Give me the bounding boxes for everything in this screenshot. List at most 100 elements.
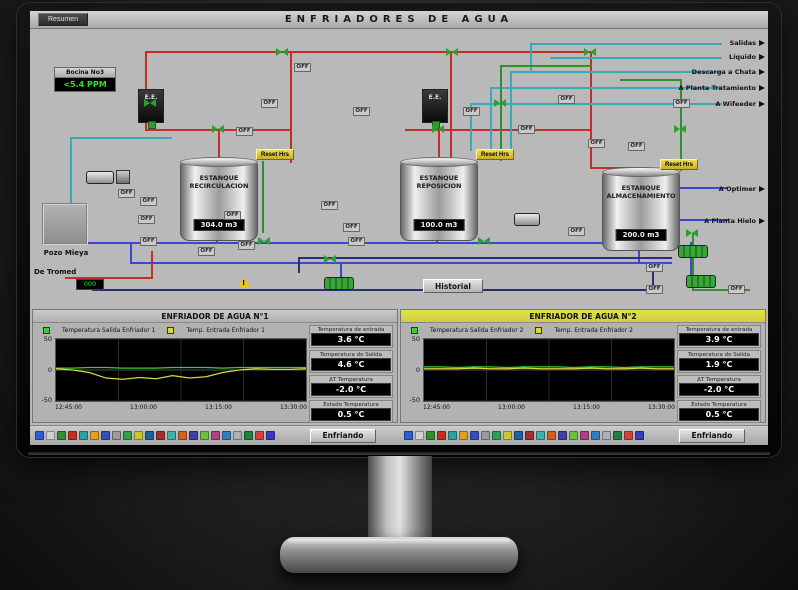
taskbar-app-icon[interactable]: [404, 431, 413, 440]
taskbar-app-icon[interactable]: [46, 431, 55, 440]
valve-icon[interactable]: [324, 255, 336, 263]
taskbar-app-icon[interactable]: [481, 431, 490, 440]
taskbar-app-icon[interactable]: [145, 431, 154, 440]
readout-value: 3.9 °C: [679, 333, 759, 346]
arrow-right-icon: [759, 218, 765, 224]
taskbar-app-icon[interactable]: [57, 431, 66, 440]
destination-label: Salidas: [730, 39, 756, 47]
valve-state-label: OFF: [343, 223, 360, 232]
valve-state-label: OFF: [138, 215, 155, 224]
taskbar-app-icon[interactable]: [536, 431, 545, 440]
taskbar-app-icon[interactable]: [189, 431, 198, 440]
destination-salidas: Salidas: [730, 39, 765, 47]
taskbar-app-icon[interactable]: [613, 431, 622, 440]
readout-value: 3.6 °C: [311, 333, 391, 346]
valve-icon[interactable]: [144, 99, 156, 107]
taskbar-app-icon[interactable]: [222, 431, 231, 440]
taskbar-app-icon[interactable]: [459, 431, 468, 440]
valve-icon[interactable]: [686, 229, 698, 237]
readout-value: 4.6 °C: [311, 358, 391, 371]
bocina-value: <5.4 PPM: [55, 78, 115, 91]
destination-label: A Planta Hielo: [704, 217, 756, 225]
taskbar-app-icon[interactable]: [503, 431, 512, 440]
pipe-segment: [550, 57, 722, 59]
taskbar-app-icon[interactable]: [547, 431, 556, 440]
readout-value: 0.5 °C: [311, 408, 391, 421]
reset-hours-button-2[interactable]: Reset Hrs: [476, 149, 514, 160]
reset-hours-button-1[interactable]: Reset Hrs: [256, 149, 294, 160]
taskbar-app-icon[interactable]: [448, 431, 457, 440]
x-tick-label: 12:45:00: [55, 404, 82, 411]
legend-swatch-entrada: [535, 327, 542, 334]
readout-temp-entrada: Temperatura de entrada 3.9 °C: [677, 325, 761, 348]
taskbar-app-icon[interactable]: [244, 431, 253, 440]
x-tick-label: 13:30:00: [280, 404, 307, 411]
taskbar-app-icon[interactable]: [156, 431, 165, 440]
destination-label: Descarga a Chata: [692, 68, 756, 76]
taskbar-app-icon[interactable]: [167, 431, 176, 440]
valve-icon[interactable]: [478, 237, 490, 245]
estado-enfriando-button-1[interactable]: Enfriando: [310, 429, 376, 443]
valve-state-label: OFF: [118, 189, 135, 198]
taskbar-app-icon[interactable]: [492, 431, 501, 440]
legend-label: Temp. Entrada Enfriador 1: [186, 327, 264, 334]
taskbar-app-icon[interactable]: [200, 431, 209, 440]
valve-icon[interactable]: [584, 48, 596, 56]
taskbar-app-icon[interactable]: [112, 431, 121, 440]
pump-enfriador-2: [678, 245, 708, 258]
valve-icon[interactable]: [258, 237, 270, 245]
valve-icon[interactable]: [446, 48, 458, 56]
taskbar-app-icon[interactable]: [437, 431, 446, 440]
valve-icon[interactable]: [432, 125, 444, 133]
valve-icon[interactable]: [276, 48, 288, 56]
taskbar-app-icon[interactable]: [514, 431, 523, 440]
taskbar-app-icon[interactable]: [470, 431, 479, 440]
trend-panel-1: ENFRIADOR DE AGUA N°1 Temperatura Salida…: [32, 309, 398, 423]
taskbar-app-icon[interactable]: [602, 431, 611, 440]
tank-name-line2: REPOSICION: [401, 182, 477, 190]
pump-enfriador-3: [686, 275, 716, 288]
reset-hours-button-3[interactable]: Reset Hrs: [660, 159, 698, 170]
taskbar-app-icon[interactable]: [569, 431, 578, 440]
taskbar-app-icon[interactable]: [580, 431, 589, 440]
taskbar-app-icon[interactable]: [68, 431, 77, 440]
pipe-segment: [530, 43, 722, 45]
tank-name: ESTANQUE ALMACENAMIENTO: [603, 172, 679, 200]
taskbar-app-icon[interactable]: [426, 431, 435, 440]
readout-label: Temperatura de entrada: [311, 327, 391, 333]
taskbar-app-icon[interactable]: [101, 431, 110, 440]
taskbar-icon-strip: [404, 431, 677, 440]
valve-icon[interactable]: [212, 125, 224, 133]
valve-icon[interactable]: [674, 125, 686, 133]
taskbar-app-icon[interactable]: [558, 431, 567, 440]
taskbar-app-icon[interactable]: [233, 431, 242, 440]
valve-icon[interactable]: [494, 99, 506, 107]
trend-plot: [423, 338, 675, 402]
taskbar-app-icon[interactable]: [255, 431, 264, 440]
taskbar-app-icon[interactable]: [123, 431, 132, 440]
pipe-segment: [151, 251, 153, 279]
taskbar-app-icon[interactable]: [79, 431, 88, 440]
legend-swatch-entrada: [167, 327, 174, 334]
pipe-segment: [70, 137, 172, 139]
destination-label: A Optimer: [719, 185, 756, 193]
taskbar-app-icon[interactable]: [624, 431, 633, 440]
taskbar-app-icon[interactable]: [591, 431, 600, 440]
destination-optimer: A Optimer: [719, 185, 765, 193]
estado-enfriando-button-2[interactable]: Enfriando: [679, 429, 745, 443]
readout-value: 1.9 °C: [679, 358, 759, 371]
taskbar-app-icon[interactable]: [134, 431, 143, 440]
taskbar-app-icon[interactable]: [635, 431, 644, 440]
taskbar-app-icon[interactable]: [178, 431, 187, 440]
historial-button[interactable]: Historial: [423, 279, 483, 293]
legend-label: Temp. Entrada Enfriador 2: [554, 327, 632, 334]
taskbar-app-icon[interactable]: [415, 431, 424, 440]
taskbar-app-icon[interactable]: [211, 431, 220, 440]
destination-liquido: Líquido: [729, 53, 765, 61]
taskbar-app-icon[interactable]: [266, 431, 275, 440]
taskbar-app-icon[interactable]: [525, 431, 534, 440]
x-axis-labels: 12:45:00 13:00:00 13:15:00 13:30:00: [55, 404, 307, 411]
taskbar-app-icon[interactable]: [35, 431, 44, 440]
taskbar-app-icon[interactable]: [90, 431, 99, 440]
tank-recirculacion: ESTANQUE RECIRCULACION 304.0 m3: [180, 161, 258, 241]
